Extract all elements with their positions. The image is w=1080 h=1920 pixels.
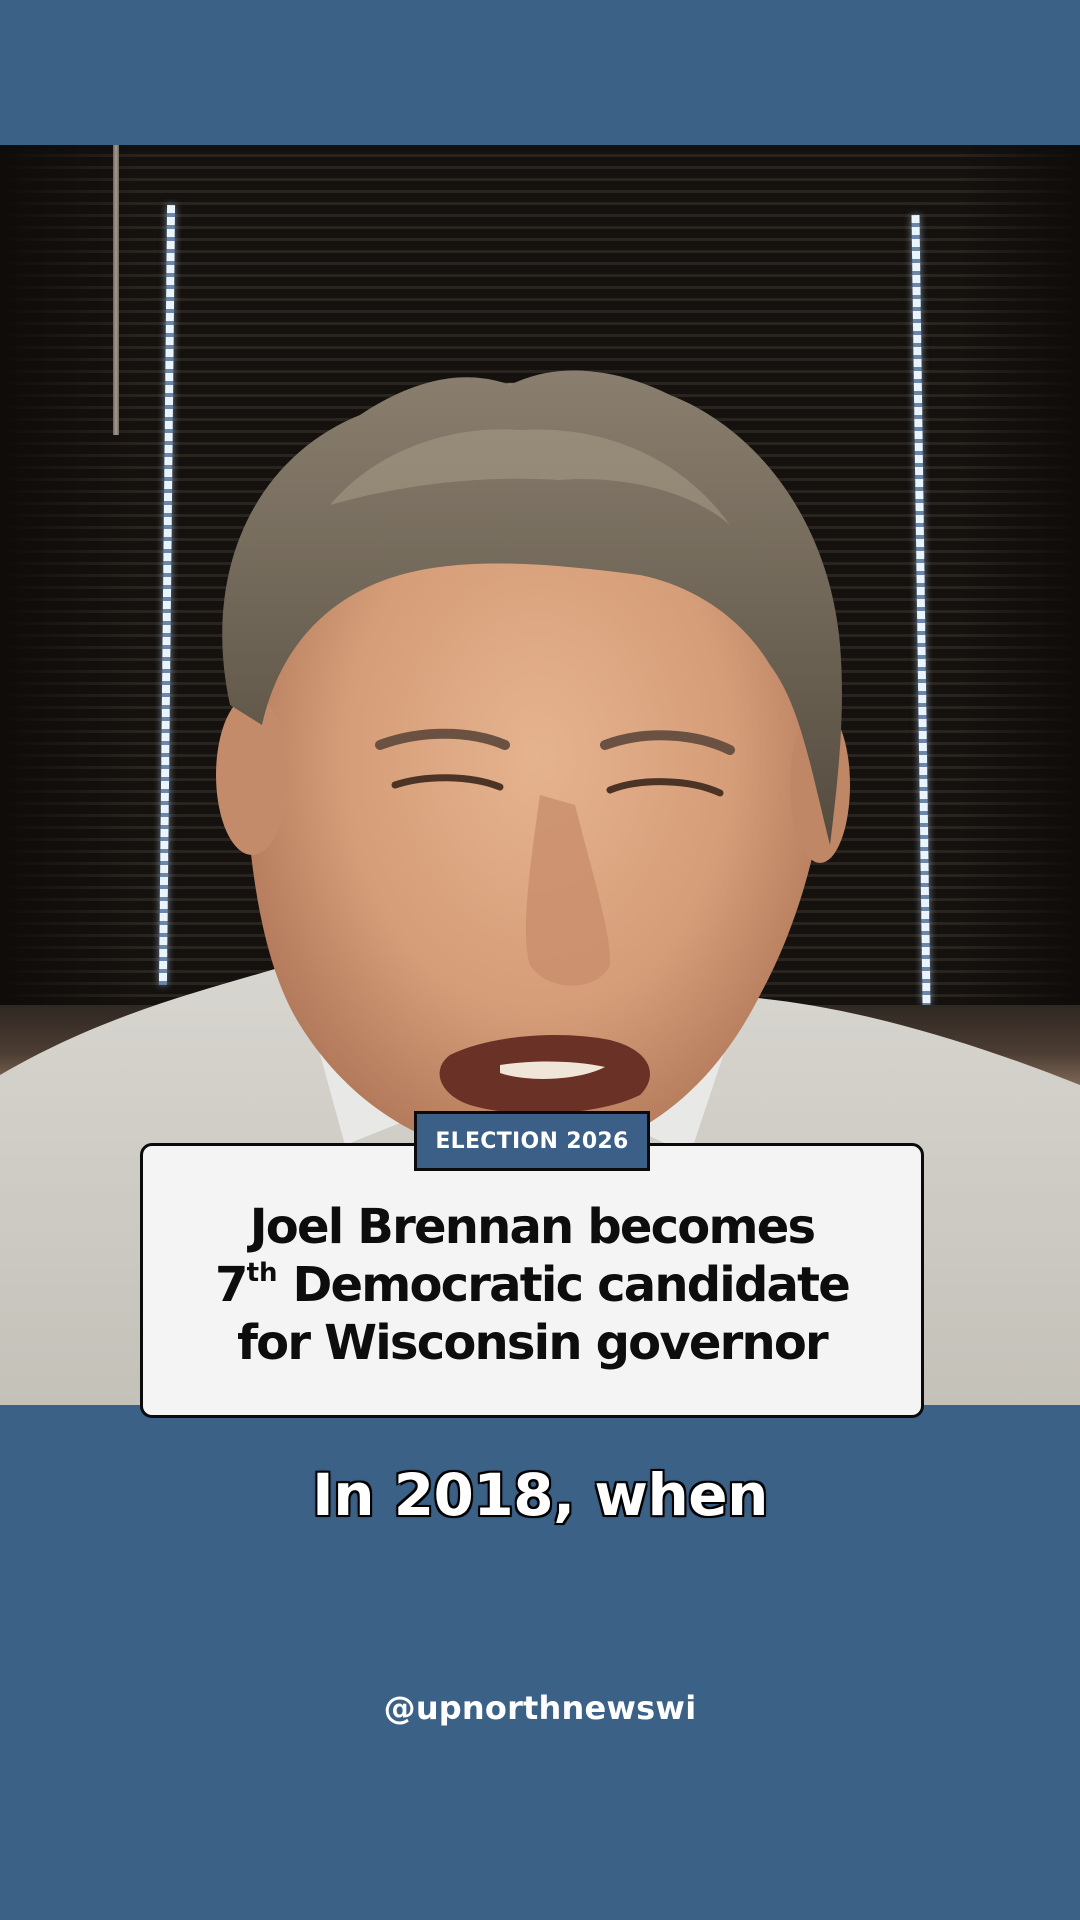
headline-line-2-sup: th (246, 1258, 278, 1288)
top-band (0, 0, 1080, 145)
headline: Joel Brennan becomes 7th Democratic cand… (140, 1198, 924, 1372)
spoken-caption: In 2018, when (312, 1461, 768, 1529)
headline-line-2: 7th Democratic candidate (140, 1256, 924, 1314)
headline-line-2-prefix: 7 (214, 1257, 248, 1313)
ear-left (216, 695, 288, 855)
account-handle: @upnorthnewswi (383, 1689, 697, 1727)
headline-line-3: for Wisconsin governor (237, 1315, 829, 1371)
election-tag: ELECTION 2026 (414, 1111, 650, 1171)
headline-line-1: Joel Brennan becomes (249, 1199, 816, 1255)
headline-line-2-rest: Democratic candidate (277, 1257, 850, 1313)
